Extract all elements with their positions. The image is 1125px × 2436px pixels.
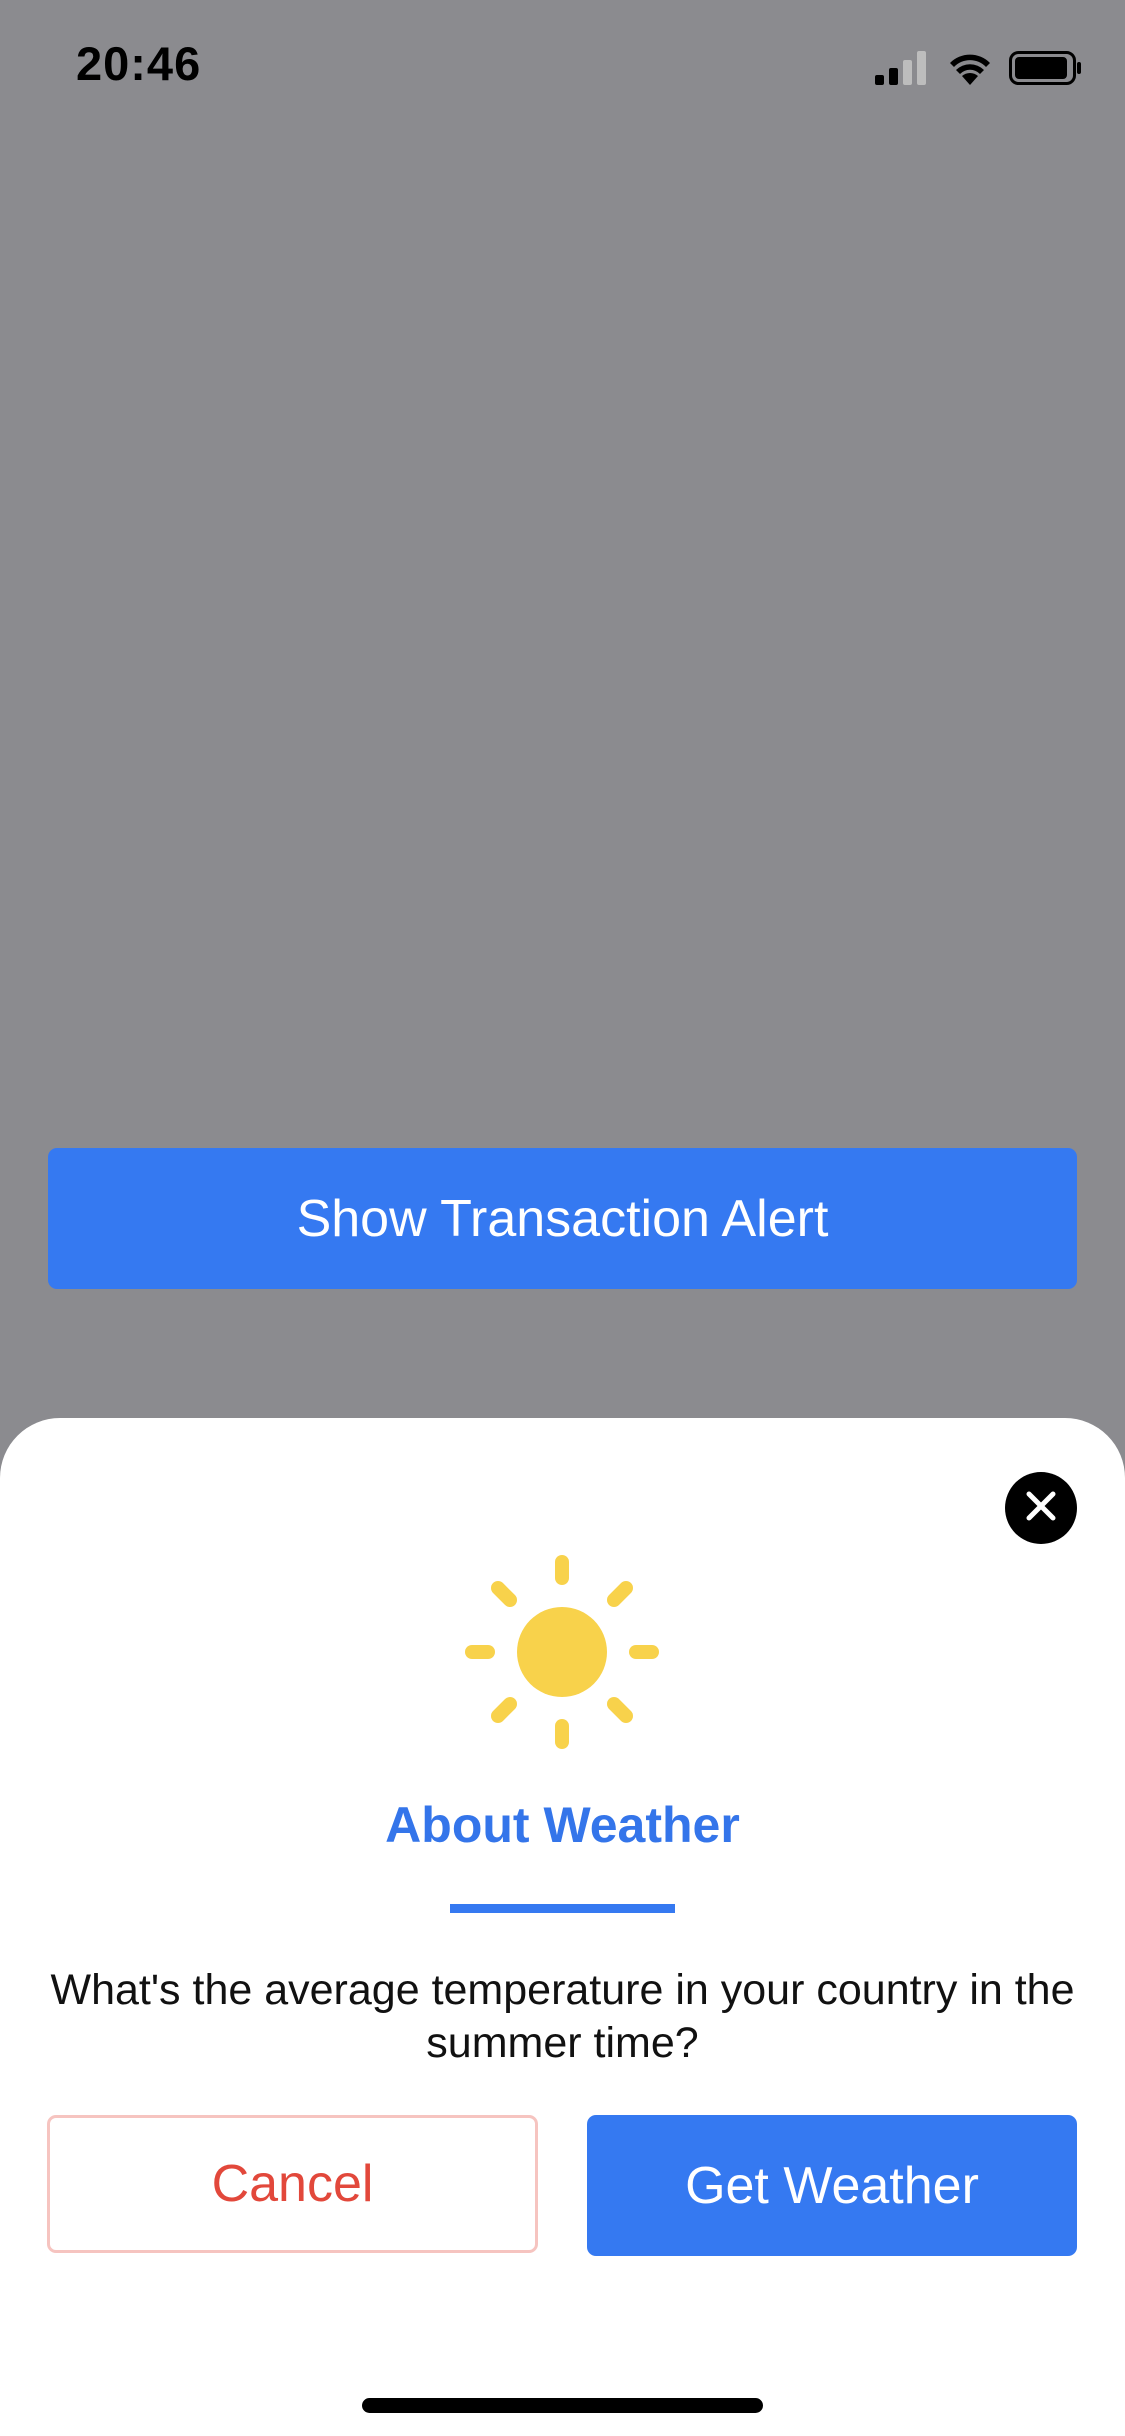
sheet-title: About Weather — [385, 1797, 740, 1853]
sheet-message: What's the average temperature in your c… — [50, 1966, 1075, 2067]
status-bar: 20:46 — [0, 0, 1125, 132]
cancel-button[interactable]: Cancel — [47, 2115, 538, 2253]
status-icons — [875, 48, 1083, 88]
bottom-sheet: About Weather What's the average tempera… — [0, 1418, 1125, 2436]
signal-icon — [875, 51, 929, 85]
wifi-icon — [947, 51, 993, 85]
status-time: 20:46 — [76, 37, 202, 90]
battery-icon — [1009, 51, 1083, 85]
get-weather-button[interactable]: Get Weather — [587, 2115, 1077, 2256]
close-button[interactable] — [1005, 1472, 1077, 1544]
title-underline — [450, 1904, 675, 1913]
home-indicator[interactable] — [362, 2398, 763, 2413]
close-icon — [1023, 1488, 1059, 1529]
show-transaction-alert-button[interactable]: Show Transaction Alert — [48, 1148, 1077, 1289]
sun-icon — [464, 1554, 660, 1750]
